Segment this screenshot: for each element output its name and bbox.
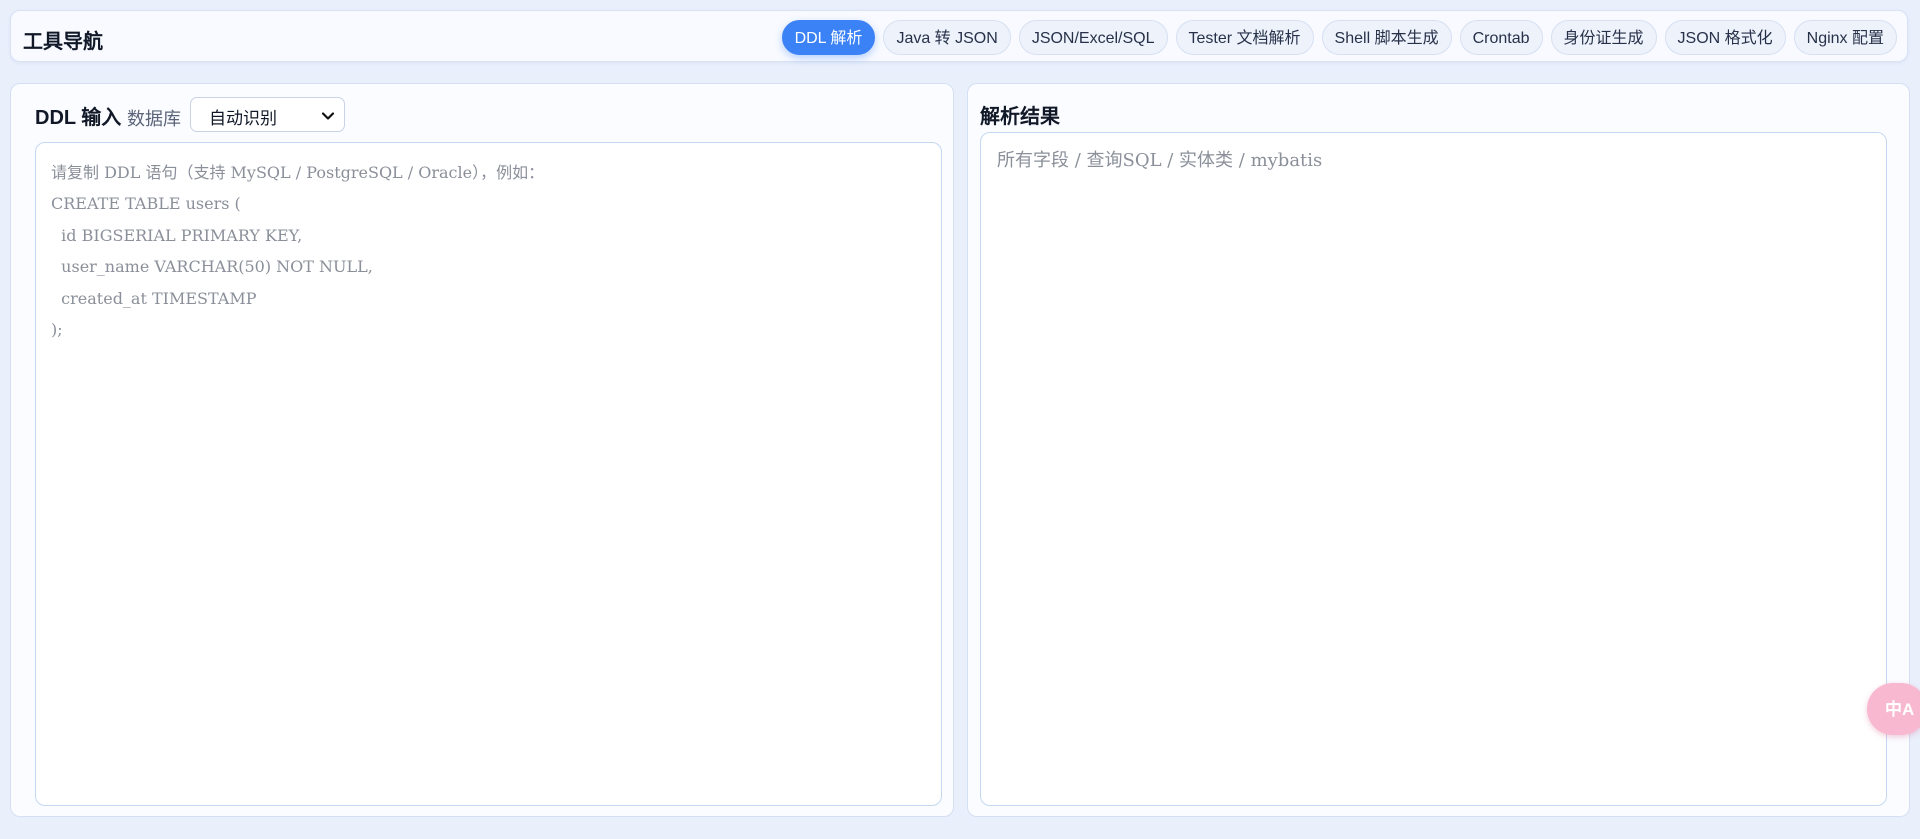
- tool-tabs: DDL 解析 Java 转 JSON JSON/Excel/SQL Tester…: [781, 20, 1897, 55]
- ddl-placeholder: 请复制 DDL 语句（支持 MySQL / PostgreSQL / Oracl…: [51, 157, 544, 345]
- database-select-value: 自动识别: [209, 109, 277, 128]
- placeholder-line: 所有字段 / 查询SQL / 实体类 / mybatis: [997, 150, 1323, 171]
- ddl-input-title: DDL 输入: [35, 107, 122, 129]
- parse-result-title: 解析结果: [980, 106, 1060, 128]
- translate-icon: 中A: [1885, 700, 1915, 719]
- top-nav-bar: 工具导航 DDL 解析 Java 转 JSON JSON/Excel/SQL T…: [10, 10, 1908, 62]
- nav-title: 工具导航: [23, 31, 103, 53]
- tab-tester-doc-parse[interactable]: Tester 文档解析: [1175, 20, 1314, 55]
- ddl-input-textarea[interactable]: 请复制 DDL 语句（支持 MySQL / PostgreSQL / Oracl…: [35, 142, 942, 806]
- tab-crontab[interactable]: Crontab: [1459, 20, 1543, 55]
- tab-json-format[interactable]: JSON 格式化: [1664, 20, 1786, 55]
- placeholder-line: user_name VARCHAR(50) NOT NULL,: [51, 257, 373, 277]
- tab-ddl-parse[interactable]: DDL 解析: [781, 20, 876, 55]
- placeholder-line: created_at TIMESTAMP: [51, 288, 257, 308]
- tab-id-card-generator[interactable]: 身份证生成: [1550, 20, 1657, 55]
- ddl-input-panel: DDL 输入 数据库 自动识别 请复制 DDL 语句（支持 MySQL / Po…: [10, 83, 954, 817]
- tab-nginx-config[interactable]: Nginx 配置: [1793, 20, 1897, 55]
- database-label: 数据库: [127, 109, 181, 129]
- database-select[interactable]: 自动识别: [190, 97, 345, 132]
- tab-java-to-json[interactable]: Java 转 JSON: [883, 20, 1011, 55]
- placeholder-line: id BIGSERIAL PRIMARY KEY,: [51, 225, 303, 245]
- result-placeholder: 所有字段 / 查询SQL / 实体类 / mybatis: [997, 145, 1322, 176]
- parse-result-textarea[interactable]: 所有字段 / 查询SQL / 实体类 / mybatis: [980, 132, 1887, 806]
- placeholder-line: );: [51, 319, 63, 339]
- translate-button[interactable]: 中A: [1867, 683, 1920, 735]
- tab-shell-script[interactable]: Shell 脚本生成: [1321, 20, 1452, 55]
- parse-result-panel: 解析结果 所有字段 / 查询SQL / 实体类 / mybatis: [967, 83, 1910, 817]
- placeholder-line: CREATE TABLE users (: [51, 194, 241, 214]
- tab-json-excel-sql[interactable]: JSON/Excel/SQL: [1018, 20, 1168, 55]
- chevron-down-icon: [321, 112, 335, 120]
- placeholder-line: 请复制 DDL 语句（支持 MySQL / PostgreSQL / Oracl…: [51, 163, 545, 182]
